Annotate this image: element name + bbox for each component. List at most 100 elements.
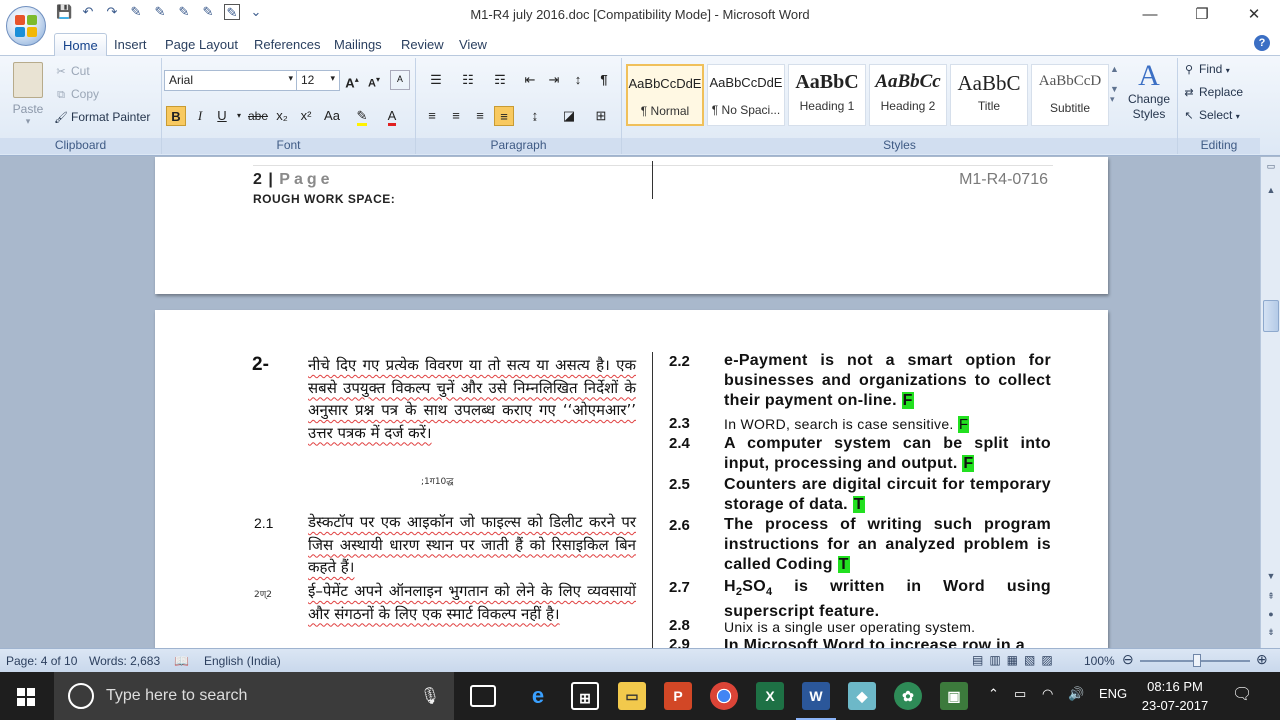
italic-button[interactable]: I — [190, 106, 210, 126]
paste-button[interactable]: Paste ▾ — [8, 62, 48, 127]
task-view-icon[interactable] — [470, 685, 496, 707]
grow-font-icon[interactable]: A▴ — [342, 70, 362, 90]
taskbar-search[interactable]: Type here to search 🎙 — [54, 672, 454, 720]
file-explorer-icon[interactable]: ▭ — [618, 682, 646, 710]
style-sample: AaBbCcDdE — [628, 76, 702, 91]
zoom-level[interactable]: 100% — [1084, 654, 1115, 668]
input-language[interactable]: ENG — [1099, 686, 1127, 701]
minimize-button[interactable]: — — [1124, 0, 1176, 30]
word-icon[interactable]: W — [802, 682, 830, 710]
microphone-icon[interactable]: 🎙 — [420, 686, 440, 706]
sort-icon[interactable]: ↕ — [568, 70, 588, 90]
previous-page-icon[interactable]: ⇞ — [1263, 589, 1279, 603]
chrome-icon[interactable] — [710, 682, 738, 710]
highlight-icon[interactable]: ✎ — [352, 106, 372, 126]
tab-insert[interactable]: Insert — [106, 33, 155, 56]
shading-icon[interactable]: ◪ — [556, 106, 582, 126]
chevron-up-icon[interactable]: ⌃ — [988, 686, 999, 702]
strikethrough-button[interactable]: abe — [246, 106, 270, 126]
copy-button[interactable]: ⧉ Copy — [54, 87, 99, 102]
clock[interactable]: 08:16 PM 23-07-2017 — [1130, 677, 1220, 715]
volume-icon[interactable]: 🔊 — [1068, 686, 1084, 702]
tab-mailings[interactable]: Mailings — [326, 33, 390, 56]
office-button[interactable] — [6, 6, 46, 46]
shrink-font-icon[interactable]: A▾ — [364, 70, 384, 90]
view-buttons[interactable]: ▤▥▦▧▨ — [972, 653, 1059, 667]
ruler-toggle-icon[interactable]: ▭ — [1263, 159, 1279, 173]
show-formatting-icon[interactable]: ¶ — [594, 70, 614, 90]
style-title[interactable]: AaBbC Title — [950, 64, 1028, 126]
align-left-icon[interactable]: ≡ — [422, 106, 442, 126]
change-styles-button[interactable]: A Change Styles — [1124, 60, 1174, 122]
zoom-in-icon[interactable]: ⊕ — [1256, 651, 1268, 668]
tab-review[interactable]: Review — [393, 33, 452, 56]
start-button[interactable] — [0, 672, 52, 720]
line-spacing-icon[interactable]: ↨ — [522, 106, 548, 126]
align-center-icon[interactable]: ≡ — [446, 106, 466, 126]
app-icon[interactable]: ✿ — [894, 682, 922, 710]
bullets-icon[interactable]: ☰ — [422, 70, 450, 90]
browse-object-icon[interactable]: ● — [1263, 607, 1279, 621]
find-button[interactable]: ⚲ Find ▾ — [1182, 62, 1230, 77]
answer-highlight: T — [852, 496, 865, 513]
tab-references[interactable]: References — [246, 33, 328, 56]
align-right-icon[interactable]: ≡ — [470, 106, 490, 126]
powerpoint-icon[interactable]: P — [664, 682, 692, 710]
font-size-select[interactable]: 12 ▾ — [296, 70, 340, 91]
paste-dropdown-icon[interactable]: ▾ — [8, 116, 48, 127]
clear-formatting-icon[interactable]: ᴬ — [390, 70, 410, 90]
scroll-thumb[interactable] — [1263, 300, 1279, 332]
subscript-button[interactable]: x₂ — [272, 106, 292, 126]
question-text: Counters are digital circuit for tempora… — [724, 475, 1051, 515]
style-subtitle[interactable]: AaBbCcD Subtitle — [1031, 64, 1109, 126]
change-case-button[interactable]: Aa — [320, 106, 344, 126]
page-count[interactable]: Page: 4 of 10 — [6, 654, 77, 668]
store-icon[interactable]: ⊞ — [571, 682, 599, 710]
font-color-icon[interactable]: A — [382, 106, 402, 126]
style-sample: AaBbCcD — [1038, 73, 1102, 89]
numbering-icon[interactable]: ☷ — [454, 70, 482, 90]
increase-indent-icon[interactable]: ⇥ — [544, 70, 564, 90]
borders-icon[interactable]: ⊞ — [588, 106, 614, 126]
app-icon[interactable]: ▣ — [940, 682, 968, 710]
scroll-down-icon[interactable]: ▼ — [1263, 569, 1279, 583]
cut-button[interactable]: ✂ Cut — [54, 64, 89, 79]
battery-icon[interactable]: ▭ — [1014, 686, 1026, 702]
app-icon[interactable]: ◆ — [848, 682, 876, 710]
restore-button[interactable]: ❐ — [1176, 0, 1228, 30]
format-painter-button[interactable]: 🖌 Format Painter — [54, 110, 150, 125]
decrease-indent-icon[interactable]: ⇤ — [520, 70, 540, 90]
chevron-down-icon: ▾ — [330, 73, 335, 83]
vertical-scrollbar[interactable]: ▭ ▲ ▼ ⇞ ● ⇟ — [1260, 157, 1280, 648]
replace-button[interactable]: ⇄ Replace — [1182, 85, 1243, 100]
language-indicator[interactable]: English (India) — [204, 654, 281, 668]
style-heading-1[interactable]: AaBbC Heading 1 — [788, 64, 866, 126]
style-heading-2[interactable]: AaBbCc Heading 2 — [869, 64, 947, 126]
tab-view[interactable]: View — [451, 33, 495, 56]
bold-button[interactable]: B — [166, 106, 186, 126]
style-no-spacing[interactable]: AaBbCcDdE ¶ No Spaci... — [707, 64, 785, 126]
wifi-icon[interactable]: ◠ — [1042, 686, 1053, 702]
multilevel-list-icon[interactable]: ☶ — [486, 70, 514, 90]
document-area[interactable]: 2 | Page M1-R4-0716 ROUGH WORK SPACE: 2-… — [0, 157, 1260, 648]
notifications-icon[interactable]: 🗨 — [1232, 684, 1252, 704]
next-page-icon[interactable]: ⇟ — [1263, 625, 1279, 639]
tab-home[interactable]: Home — [54, 33, 107, 56]
word-count[interactable]: Words: 2,683 — [89, 654, 160, 668]
spelling-check-icon[interactable]: 📖 — [174, 654, 189, 668]
tab-page-layout[interactable]: Page Layout — [157, 33, 246, 56]
superscript-button[interactable]: x² — [296, 106, 316, 126]
style-normal[interactable]: AaBbCcDdE ¶ Normal — [626, 64, 704, 126]
edge-icon[interactable]: e — [524, 682, 552, 710]
zoom-out-icon[interactable]: ⊖ — [1122, 651, 1134, 668]
font-name-select[interactable]: Arial ▾ — [164, 70, 298, 91]
scroll-up-icon[interactable]: ▲ — [1263, 183, 1279, 197]
replace-icon: ⇄ — [1184, 86, 1194, 99]
close-button[interactable]: ✕ — [1228, 0, 1280, 30]
styles-scroll-icon[interactable]: ▲ ▼ ▾ — [1110, 64, 1122, 105]
excel-icon[interactable]: X — [756, 682, 784, 710]
justify-icon[interactable]: ≡ — [494, 106, 514, 126]
select-button[interactable]: ↖ Select ▾ — [1182, 108, 1239, 123]
zoom-slider-knob[interactable] — [1193, 654, 1201, 667]
help-icon[interactable]: ? — [1254, 35, 1270, 51]
